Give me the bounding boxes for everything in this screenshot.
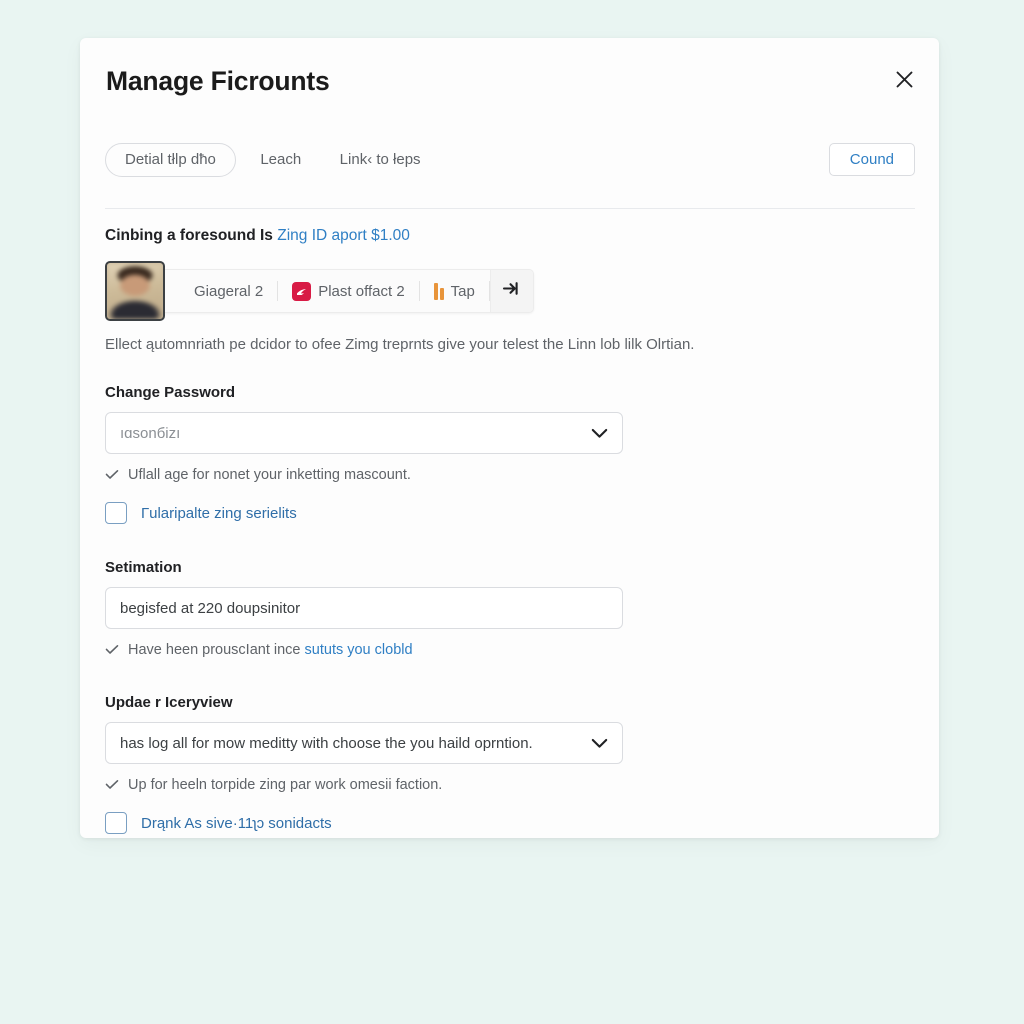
zing-id-link[interactable]: Zing ID aport $1.00 [277,227,410,244]
toolbar-chip-bar: Giageral 2 Plast offact 2 Tap [159,269,534,313]
lead-text: Cinbing a foresound Is Zing ID aport $1.… [105,227,410,245]
tab-links[interactable]: Link‹ to łeps [326,144,435,176]
check-icon [105,643,119,659]
estimation-input-value: begisfed at 220 doupsinitor [120,599,301,617]
lead-text-static: Cinbing a foresound Is [105,227,278,244]
chevron-down-icon [591,428,608,439]
password-checkbox-label[interactable]: Гularipalte zing serielits [141,505,297,522]
toolbar-submit-button[interactable] [489,270,533,312]
close-button[interactable] [889,64,919,94]
password-checkbox-row: Гularipalte zing serielits [105,502,623,524]
estimation-input[interactable]: begisfed at 220 doupsinitor [105,587,623,629]
tab-leach[interactable]: Leach [246,144,315,176]
avatar-photo [107,263,163,319]
helper-label: Up for heeln torpide zing par work omesi… [128,777,443,793]
update-checkbox-label[interactable]: Drąnk As sive·11ʅɔ sonidacts [141,815,332,832]
toolbar-item-label: Plast offact 2 [318,282,405,300]
manage-accounts-dialog: Manage Ficrounts Detial tłlp dħo Leach L… [80,38,939,838]
check-icon [105,468,119,484]
section-update: Updae r Iceryview has log all for mow me… [105,694,623,834]
password-helper-text: Uflall age for nonet your inketting masc… [105,467,623,484]
toolbar-item-label: Giageral 2 [194,282,264,300]
tab-detail[interactable]: Detial tłlp dħo [105,143,236,177]
tab-bar: Detial tłlp dħo Leach Link‹ to łeps Coun… [105,143,915,189]
page-title: Manage Ficrounts [106,66,330,96]
update-select[interactable]: has log all for mow meditty with choose … [105,722,623,764]
toolbar-item-plast-offact[interactable]: Plast offact 2 [278,281,418,301]
section-label: Updae r Iceryview [105,694,233,711]
cound-button[interactable]: Cound [828,143,915,176]
update-select-value: has log all for mow meditty with choose … [120,734,533,752]
password-select-value: ıɑsonбіzı [120,424,181,442]
toolbar-item-label: Tap [450,282,475,300]
close-icon [895,70,914,89]
toolbar-item-giageral[interactable]: Giageral 2 [180,283,277,300]
section-label: Setimation [105,559,182,576]
helper-label: Uflall age for nonet your inketting masc… [128,467,411,483]
section-estimation: Setimation begisfed at 220 doupsinitor H… [105,559,623,659]
chevron-down-icon [591,738,608,749]
arrow-right-into-bracket-icon [502,281,521,301]
update-helper-text: Up for heeln torpide zing par work omesi… [105,777,623,794]
red-swoosh-icon [292,281,312,301]
password-select[interactable]: ıɑsonбіzı [105,412,623,454]
password-checkbox[interactable] [105,502,127,524]
helper-link[interactable]: sututs you clobld [305,642,413,658]
helper-label: Have heen prouscIant ince sututs you clo… [128,642,413,658]
note-text: Ellect ąutomnriath pe dcidor to ofee Zim… [105,336,695,353]
update-checkbox-row: Drąnk As sive·11ʅɔ sonidacts [105,812,623,834]
estimation-helper-text: Have heen prouscIant ince sututs you clo… [105,642,623,659]
toolbar-item-tap[interactable]: Tap [420,282,489,300]
update-checkbox[interactable] [105,812,127,834]
section-password: Change Password ıɑsonбіzı Uflall age for… [105,384,623,524]
section-label: Change Password [105,384,236,401]
avatar[interactable] [105,261,165,321]
orange-bars-icon [433,282,444,300]
account-toolbar: Giageral 2 Plast offact 2 Tap [105,261,534,321]
check-icon [105,778,119,794]
helper-label-static: Have heen prouscIant ince [128,642,305,658]
header-divider [105,208,915,209]
